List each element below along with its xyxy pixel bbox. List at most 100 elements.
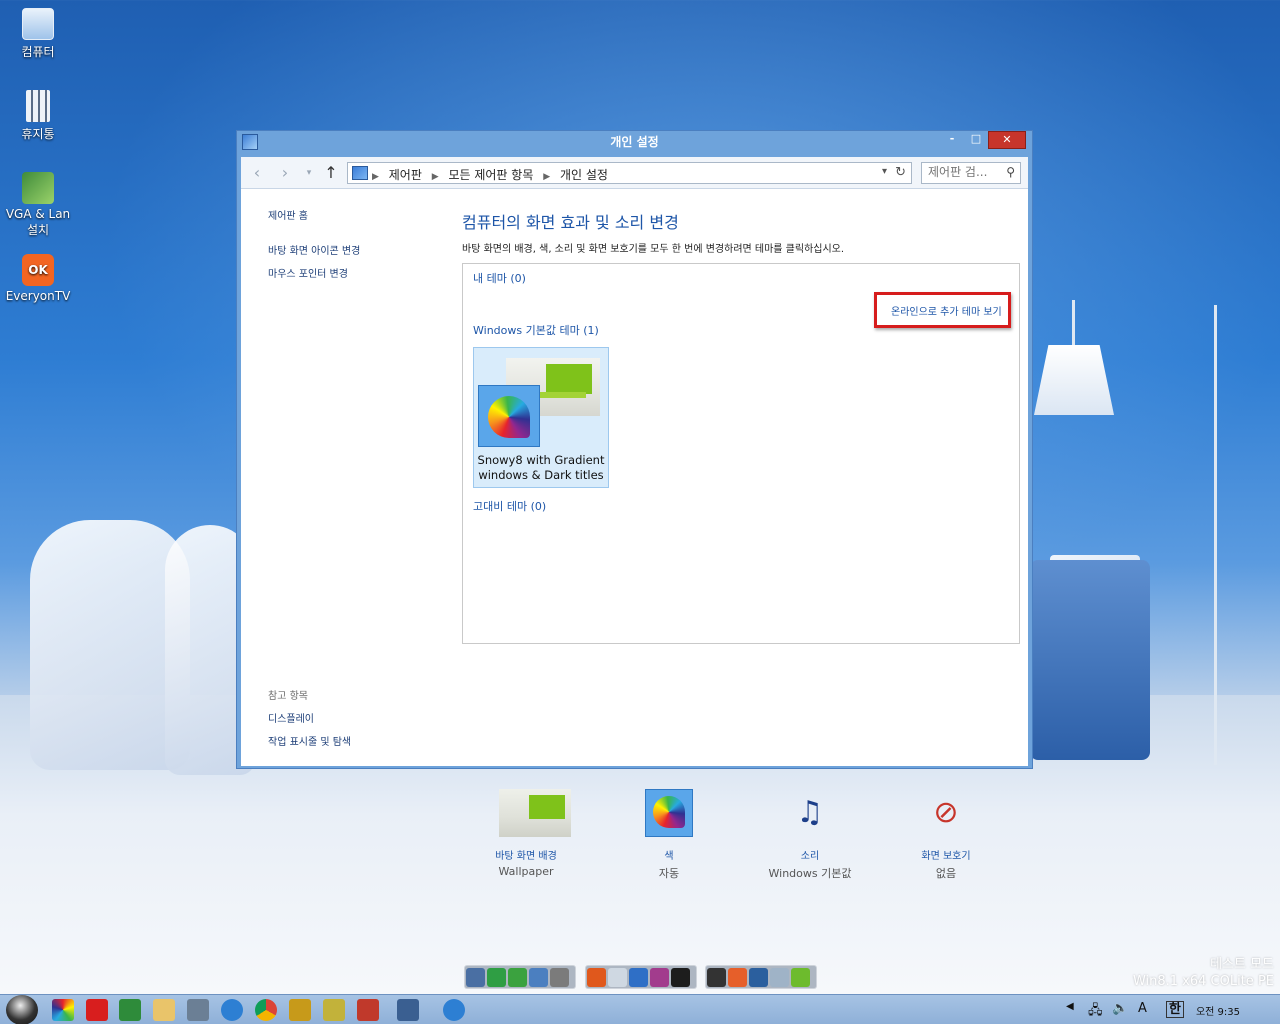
power-icon[interactable] bbox=[86, 999, 108, 1021]
driver-install-icon bbox=[22, 172, 54, 204]
language-indicator[interactable]: A bbox=[1138, 1001, 1147, 1016]
theme-name: Snowy8 with Gradient windows & Dark titl… bbox=[477, 453, 605, 482]
desktop-icon-computer[interactable]: 컴퓨터 bbox=[2, 8, 74, 60]
taskbar-navigation-link[interactable]: 작업 표시줄 및 탐색 bbox=[268, 733, 351, 748]
breadcrumb-all-items[interactable]: 모든 제어판 항목 bbox=[448, 168, 533, 182]
minimize-button[interactable]: - bbox=[940, 131, 964, 149]
dock-app-icon[interactable] bbox=[550, 968, 569, 987]
color-palette-icon bbox=[478, 385, 540, 447]
dock-app-icon[interactable] bbox=[650, 968, 669, 987]
breadcrumb-personalization[interactable]: 개인 설정 bbox=[560, 168, 608, 182]
taskbar-app-icon[interactable] bbox=[357, 999, 379, 1021]
dock-app-icon[interactable] bbox=[728, 968, 747, 987]
recent-dropdown-icon[interactable]: ▾ bbox=[299, 163, 319, 183]
breadcrumb: ▶ 제어판 ▶ 모든 제어판 항목 ▶ 개인 설정 bbox=[372, 166, 614, 183]
desktop-icon-recycle-bin[interactable]: 휴지통 bbox=[2, 90, 74, 142]
window-title: 개인 설정 bbox=[610, 135, 659, 149]
dock-app-icon[interactable] bbox=[466, 968, 485, 987]
theme-list: 내 테마 (0) 온라인으로 추가 테마 보기 Windows 기본값 테마 (… bbox=[462, 263, 1020, 644]
search-input[interactable] bbox=[928, 165, 1000, 179]
windows-default-themes-header: Windows 기본값 테마 (1) bbox=[473, 324, 599, 337]
theme-card-snowy8[interactable]: Snowy8 with Gradient windows & Dark titl… bbox=[473, 347, 609, 488]
dock-app-icon[interactable] bbox=[749, 968, 768, 987]
breadcrumb-chevron-icon[interactable]: ▶ bbox=[543, 172, 550, 182]
screensaver-value: 없음 bbox=[935, 867, 957, 880]
taskbar-app-icon[interactable] bbox=[119, 999, 141, 1021]
wallpaper-icon bbox=[499, 789, 571, 837]
address-bar[interactable]: ▶ 제어판 ▶ 모든 제어판 항목 ▶ 개인 설정 ▾ ↻ bbox=[347, 162, 912, 184]
dock-app-icon[interactable] bbox=[629, 968, 648, 987]
breadcrumb-chevron-icon[interactable]: ▶ bbox=[432, 172, 439, 182]
taskbar-app-icon[interactable] bbox=[323, 999, 345, 1021]
chevron-down-icon[interactable]: ▾ bbox=[882, 166, 887, 177]
ime-indicator[interactable]: 한 bbox=[1166, 1001, 1184, 1018]
wallpaper-lamp-pole bbox=[1214, 305, 1217, 765]
refresh-icon[interactable]: ↻ bbox=[895, 165, 906, 180]
desktop-icon-label: EveryonTV bbox=[5, 289, 71, 303]
control-panel-home-link[interactable]: 제어판 홈 bbox=[268, 207, 308, 222]
desktop-icon-vga-lan[interactable]: VGA & Lan 설치 bbox=[2, 172, 74, 238]
desktop-background-value: Wallpaper bbox=[498, 865, 554, 878]
taskbar-app-icon[interactable] bbox=[289, 999, 311, 1021]
breadcrumb-chevron-icon: ▶ bbox=[372, 172, 379, 182]
window-titlebar[interactable]: 개인 설정 - □ ✕ bbox=[237, 131, 1032, 155]
personalization-window: 개인 설정 - □ ✕ ‹ › ▾ ↑ ▶ 제어판 ▶ 모든 제어판 항목 ▶ … bbox=[236, 130, 1033, 880]
mouse-pointer-link[interactable]: 마우스 포인터 변경 bbox=[268, 265, 348, 280]
page-subtitle: 바탕 화면의 배경, 색, 소리 및 화면 보호기를 모두 한 번에 변경하려면… bbox=[462, 244, 845, 255]
desktop-icons-link[interactable]: 바탕 화면 아이콘 변경 bbox=[268, 242, 360, 257]
search-box[interactable]: ⚲ bbox=[921, 162, 1021, 184]
control-panel-icon bbox=[242, 134, 258, 150]
color-value: 자동 bbox=[658, 867, 680, 880]
online-themes-link[interactable]: 온라인으로 추가 테마 보기 bbox=[891, 303, 1002, 318]
internet-explorer-icon[interactable] bbox=[221, 999, 243, 1021]
screensaver-icon: ⊘ bbox=[933, 795, 959, 830]
address-toolbar: ‹ › ▾ ↑ ▶ 제어판 ▶ 모든 제어판 항목 ▶ 개인 설정 ▾ ↻ ⚲ bbox=[241, 157, 1028, 189]
up-icon[interactable]: ↑ bbox=[321, 163, 341, 183]
content-area: 제어판 홈 바탕 화면 아이콘 변경 마우스 포인터 변경 참고 항목 디스플레… bbox=[241, 189, 1028, 880]
close-button[interactable]: ✕ bbox=[988, 131, 1026, 149]
display-link[interactable]: 디스플레이 bbox=[268, 710, 314, 725]
watermark-line2: Win8.1 x64 COLite PE bbox=[1132, 974, 1274, 989]
search-icon[interactable]: ⚲ bbox=[1006, 165, 1015, 179]
taskbar-clock[interactable]: 오전 9:35 bbox=[1196, 1003, 1240, 1018]
taskbar-app-icon[interactable] bbox=[397, 999, 419, 1021]
dock-app-icon[interactable] bbox=[707, 968, 726, 987]
start-button[interactable] bbox=[6, 995, 38, 1024]
dock-app-icon[interactable] bbox=[508, 968, 527, 987]
color-palette-icon bbox=[645, 789, 693, 837]
dock-app-icon[interactable] bbox=[671, 968, 690, 987]
desktop-icon-everyontv[interactable]: OK EveryonTV bbox=[2, 254, 74, 303]
page-title: 컴퓨터의 화면 효과 및 소리 변경 bbox=[462, 213, 679, 232]
desktop-icon-label: 컴퓨터 bbox=[21, 45, 55, 59]
taskbar-app-icon[interactable] bbox=[52, 999, 74, 1021]
color-link[interactable]: 색 bbox=[614, 847, 724, 862]
folder-icon[interactable] bbox=[153, 999, 175, 1021]
internet-explorer-icon[interactable] bbox=[443, 999, 465, 1021]
sound-value: Windows 기본값 bbox=[768, 867, 852, 880]
sound-link[interactable]: 소리 bbox=[755, 847, 865, 862]
dock-app-icon[interactable] bbox=[529, 968, 548, 987]
breadcrumb-control-panel[interactable]: 제어판 bbox=[389, 168, 422, 182]
desktop-icon-label: 휴지통 bbox=[21, 127, 55, 141]
show-hidden-icons[interactable]: ◀ bbox=[1066, 1001, 1074, 1012]
wallpaper-sofa bbox=[1030, 560, 1150, 760]
desktop-background-link[interactable]: 바탕 화면 배경 bbox=[471, 847, 581, 862]
screensaver-link[interactable]: 화면 보호기 bbox=[891, 847, 1001, 862]
forward-icon[interactable]: › bbox=[275, 163, 295, 183]
my-themes-header: 내 테마 (0) bbox=[473, 272, 526, 285]
volume-icon[interactable]: 🔈 bbox=[1112, 1001, 1128, 1016]
dock-app-icon[interactable] bbox=[487, 968, 506, 987]
back-icon[interactable]: ‹ bbox=[247, 163, 267, 183]
taskbar-app-icon[interactable] bbox=[187, 999, 209, 1021]
dock-app-icon[interactable] bbox=[608, 968, 627, 987]
dock-app-icon[interactable] bbox=[791, 968, 810, 987]
chrome-icon[interactable] bbox=[255, 999, 277, 1021]
maximize-button[interactable]: □ bbox=[964, 131, 988, 149]
high-contrast-themes-header: 고대비 테마 (0) bbox=[473, 500, 547, 513]
see-also-header: 참고 항목 bbox=[268, 691, 308, 702]
dock-app-icon[interactable] bbox=[587, 968, 606, 987]
dock-app-icon[interactable] bbox=[770, 968, 789, 987]
desktop-icon-label: VGA & Lan 설치 bbox=[5, 207, 71, 237]
quick-dock-group bbox=[585, 965, 697, 989]
network-icon[interactable]: 🖧 bbox=[1088, 1001, 1103, 1023]
